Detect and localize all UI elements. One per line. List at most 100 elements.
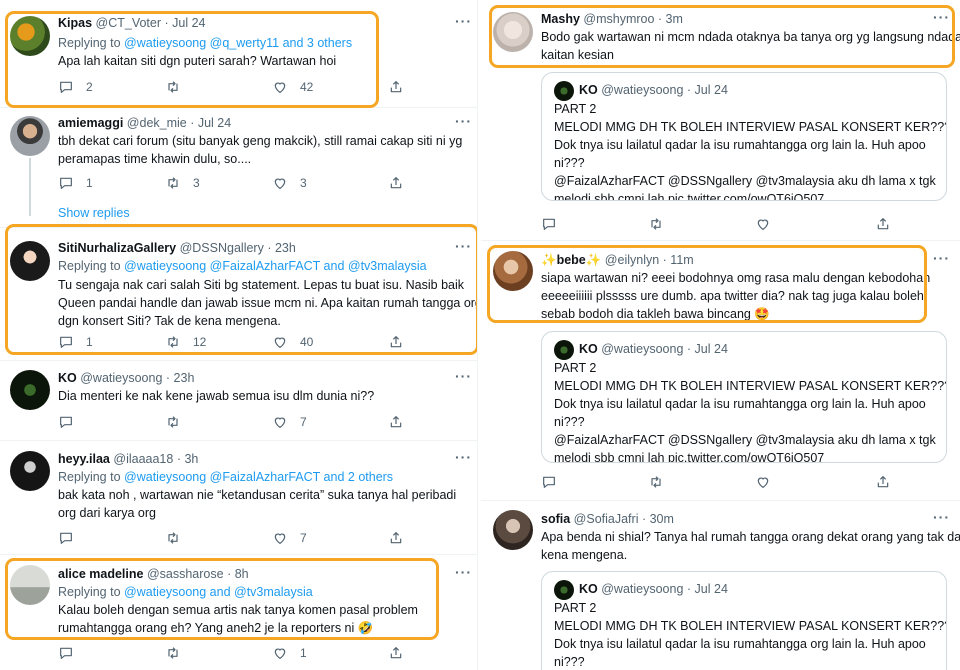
avatar[interactable]	[493, 251, 533, 291]
share-button[interactable]	[388, 414, 404, 430]
quoted-tweet[interactable]: KO @watieysoong · Jul 24 PART 2 MELODI M…	[541, 331, 947, 463]
tweet[interactable]: sofia @SofiaJafri · 30m ··· Apa benda ni…	[481, 501, 960, 670]
tweet[interactable]: ✨bebe✨ @eilynlyn · 11m ··· siapa wartawa…	[481, 241, 960, 499]
tweet[interactable]: Mashy @mshymroo · 3m ··· Bodo gak wartaw…	[481, 0, 960, 240]
reply-button[interactable]	[541, 216, 557, 232]
display-name[interactable]: Mashy	[541, 12, 580, 26]
reply-button[interactable]: 1	[58, 175, 93, 191]
like-button[interactable]	[755, 474, 771, 490]
reply-button[interactable]: 2	[58, 79, 93, 95]
quoted-tweet[interactable]: KO @watieysoong · Jul 24 PART 2 MELODI M…	[541, 72, 947, 201]
tweet[interactable]: Kipas @CT_Voter · Jul 24 ··· Replying to…	[0, 0, 477, 108]
display-name[interactable]: alice madeline	[58, 567, 143, 581]
share-button[interactable]	[875, 474, 891, 490]
retweet-button[interactable]	[165, 530, 193, 546]
timestamp[interactable]: · 3h	[177, 452, 199, 466]
handle[interactable]: @dek_mie	[127, 116, 187, 130]
tweet[interactable]: alice madeline @sassharose · 8h ··· Repl…	[0, 555, 477, 670]
more-icon[interactable]: ···	[455, 368, 472, 384]
avatar[interactable]	[10, 116, 50, 156]
share-button[interactable]	[388, 79, 404, 95]
tweet[interactable]: amiemaggi @dek_mie · Jul 24 ··· tbh deka…	[0, 108, 477, 203]
avatar[interactable]	[10, 370, 50, 410]
timestamp[interactable]: · Jul 24	[190, 116, 231, 130]
timestamp[interactable]: · 23h	[166, 371, 195, 385]
more-icon[interactable]: ···	[455, 13, 472, 29]
more-icon[interactable]: ···	[933, 250, 950, 266]
retweet-button[interactable]	[648, 474, 664, 490]
timestamp[interactable]: · Jul 24	[165, 16, 206, 30]
display-name[interactable]: heyy.ilaa	[58, 452, 110, 466]
avatar[interactable]	[10, 451, 50, 491]
reply-mentions[interactable]: @watieysoong @FaizalAzharFACT and @tv3ma…	[124, 259, 427, 273]
handle[interactable]: @watieysoong	[80, 371, 162, 385]
share-button[interactable]	[388, 530, 404, 546]
share-button[interactable]	[388, 175, 404, 191]
tweet[interactable]: KO @watieysoong · 23h ··· Dia menteri ke…	[0, 361, 477, 438]
retweet-button[interactable]	[165, 414, 193, 430]
tweet[interactable]: heyy.ilaa @ilaaaa18 · 3h ··· Replying to…	[0, 441, 477, 551]
timestamp[interactable]: · 30m	[642, 512, 674, 526]
handle[interactable]: @DSSNgallery	[180, 241, 264, 255]
quoted-tweet[interactable]: KO @watieysoong · Jul 24 PART 2 MELODI M…	[541, 571, 947, 670]
handle[interactable]: @sassharose	[147, 567, 224, 581]
display-name[interactable]: ✨bebe✨	[541, 253, 601, 267]
tweet-text: dgn konsert Siti? Tak de kena mengena.	[58, 314, 281, 328]
share-button[interactable]	[388, 334, 404, 350]
like-button[interactable]: 42	[272, 79, 313, 95]
avatar[interactable]	[10, 565, 50, 605]
like-count: 1	[300, 646, 307, 660]
like-button[interactable]: 3	[272, 175, 307, 191]
reply-button[interactable]	[58, 414, 86, 430]
more-icon[interactable]: ···	[933, 9, 950, 25]
retweet-button[interactable]: 3	[165, 175, 200, 191]
reply-icon	[60, 336, 72, 348]
tweet[interactable]: SitiNurhalizaGallery @DSSNgallery · 23h …	[0, 228, 477, 358]
avatar[interactable]	[10, 16, 50, 56]
retweet-button[interactable]: 12	[165, 334, 206, 350]
retweet-button[interactable]	[165, 79, 193, 95]
timestamp[interactable]: · 3m	[658, 12, 683, 26]
retweet-button[interactable]	[165, 645, 193, 661]
reply-mentions[interactable]: @watieysoong @FaizalAzharFACT and 2 othe…	[124, 470, 393, 484]
handle[interactable]: @CT_Voter	[96, 16, 162, 30]
display-name[interactable]: Kipas	[58, 16, 92, 30]
reply-button[interactable]	[58, 645, 86, 661]
reply-icon	[543, 476, 555, 488]
like-button[interactable]	[755, 216, 771, 232]
show-replies-link[interactable]: Show replies	[58, 206, 130, 220]
share-button[interactable]	[875, 216, 891, 232]
handle[interactable]: @eilynlyn	[605, 253, 659, 267]
more-icon[interactable]: ···	[455, 113, 472, 129]
more-icon[interactable]: ···	[455, 238, 472, 254]
share-button[interactable]	[388, 645, 404, 661]
reply-mentions[interactable]: @watieysoong and @tv3malaysia	[124, 585, 313, 599]
quote-text: ni???	[554, 156, 585, 170]
replying-label: Replying to	[58, 585, 121, 599]
more-icon[interactable]: ···	[455, 449, 472, 465]
timestamp[interactable]: · 23h	[267, 241, 296, 255]
display-name[interactable]: sofia	[541, 512, 570, 526]
display-name[interactable]: SitiNurhalizaGallery	[58, 241, 176, 255]
reply-button[interactable]: 1	[58, 334, 93, 350]
avatar[interactable]	[493, 12, 533, 52]
more-icon[interactable]: ···	[933, 509, 950, 525]
timestamp[interactable]: · 11m	[663, 253, 694, 267]
reply-button[interactable]	[541, 474, 557, 490]
handle[interactable]: @ilaaaa18	[113, 452, 173, 466]
reply-mentions[interactable]: @watieysoong @q_werty11 and 3 others	[124, 36, 352, 50]
avatar[interactable]	[10, 241, 50, 281]
display-name[interactable]: amiemaggi	[58, 116, 123, 130]
like-button[interactable]: 1	[272, 645, 307, 661]
reply-button[interactable]	[58, 530, 86, 546]
like-button[interactable]: 7	[272, 414, 307, 430]
handle[interactable]: @SofiaJafri	[574, 512, 639, 526]
retweet-button[interactable]	[648, 216, 664, 232]
handle[interactable]: @mshymroo	[583, 12, 654, 26]
display-name[interactable]: KO	[58, 371, 77, 385]
more-icon[interactable]: ···	[455, 564, 472, 580]
like-button[interactable]: 40	[272, 334, 313, 350]
timestamp[interactable]: · 8h	[227, 567, 249, 581]
avatar[interactable]	[493, 510, 533, 550]
like-button[interactable]: 7	[272, 530, 307, 546]
